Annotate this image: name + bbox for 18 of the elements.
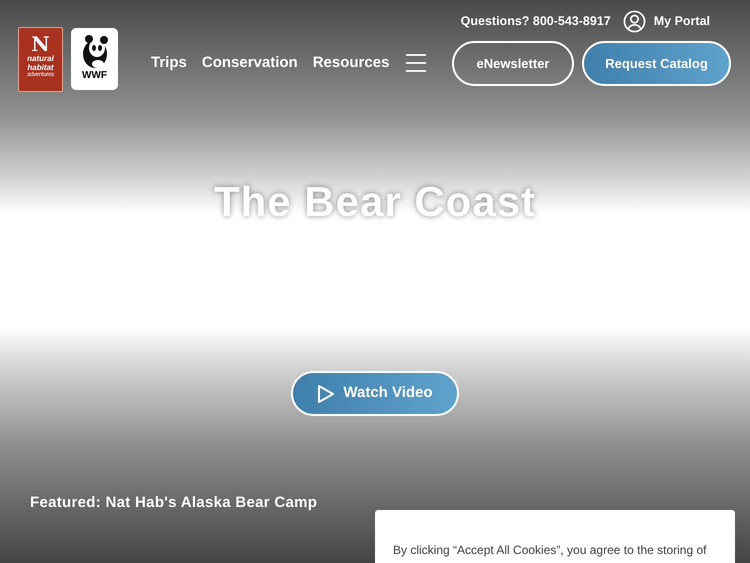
menu-icon[interactable] (406, 54, 426, 72)
phone-text: Questions? 800-543-8917 (460, 13, 611, 30)
nav-link[interactable]: Conservation (202, 52, 298, 74)
logo-text: natural (27, 55, 54, 63)
logo-letter: N (31, 33, 50, 55)
wwf-logo[interactable]: WWF (71, 28, 118, 90)
logo-text: habitat (27, 63, 54, 72)
logo-text: WWF (82, 70, 107, 82)
cookie-text: By clicking “Accept All Cookies”, you agree to the storing of (393, 542, 706, 559)
portal-link[interactable]: My Portal (654, 12, 710, 31)
request-catalog-button[interactable]: Request Catalog (582, 41, 731, 86)
featured-text: Featured: Nat Hab's Alaska Bear Camp (30, 493, 318, 513)
watch-video-button[interactable]: Watch Video (291, 371, 459, 416)
play-icon (317, 384, 336, 404)
user-icon[interactable] (622, 10, 646, 33)
newsletter-button[interactable]: eNewsletter (452, 41, 574, 86)
nav-link[interactable]: Resources (312, 52, 390, 74)
nav-link[interactable]: Trips (151, 52, 187, 74)
